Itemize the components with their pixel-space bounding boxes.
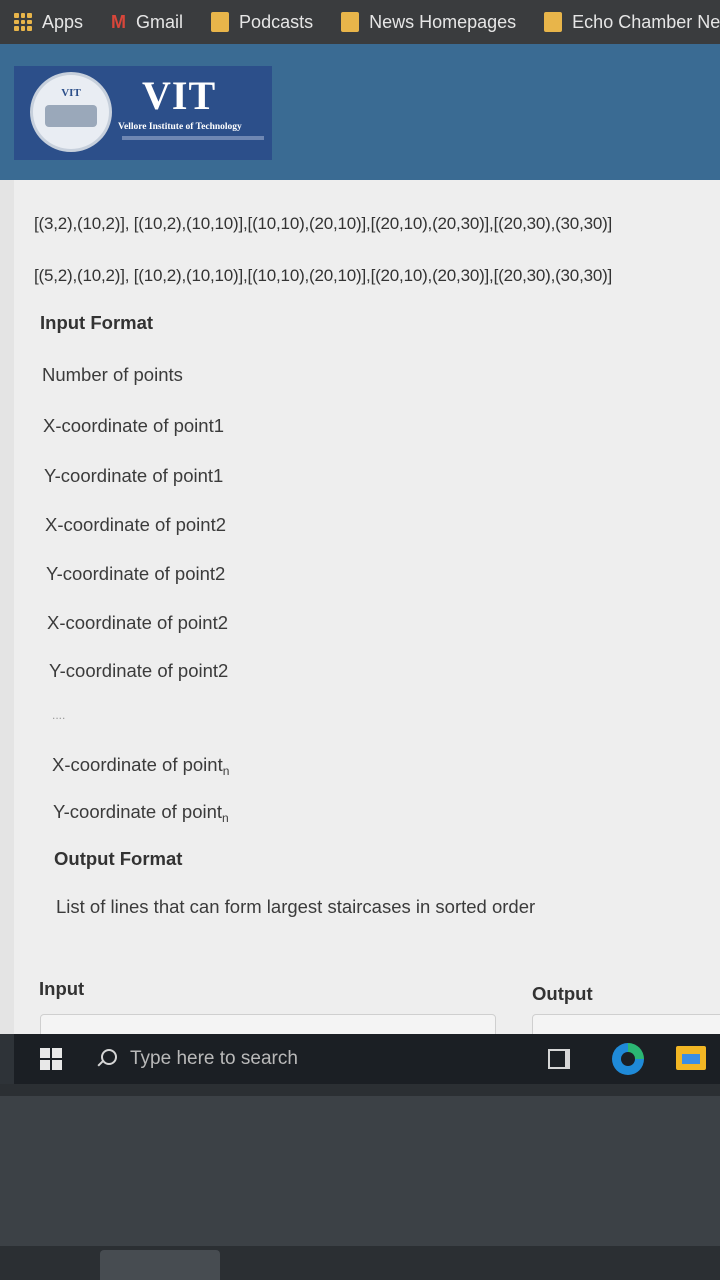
windows-start-icon[interactable] <box>40 1048 62 1070</box>
folder-icon <box>341 12 360 32</box>
output-sample-box[interactable] <box>532 1014 720 1034</box>
gmail-icon: M <box>111 11 127 32</box>
bookmarks-bar: Apps M Gmail Podcasts News Homepages Ech… <box>0 0 720 44</box>
point-n-y-label: Y-coordinate of point <box>53 801 223 822</box>
input-line: X-coordinate of point2 <box>47 612 229 633</box>
example-line-2: [(5,2),(10,2)], [(10,2),(10,10)],[(10,10… <box>34 266 613 285</box>
input-line: Number of points <box>42 364 183 385</box>
input-line-point-n-x: X-coordinate of pointn <box>52 754 229 778</box>
bookmark-label: News Homepages <box>369 11 517 32</box>
search-icon <box>96 1049 117 1069</box>
bookmark-podcasts[interactable]: Podcasts <box>211 12 313 33</box>
bookmark-label: Podcasts <box>239 11 314 32</box>
example-line-1: [(3,2),(10,2)], [(10,2),(10,10)],[(10,10… <box>34 214 613 233</box>
output-description: List of lines that can form largest stai… <box>56 896 536 917</box>
input-sample-box[interactable] <box>40 1014 496 1034</box>
search-placeholder: Type here to search <box>130 1048 298 1069</box>
ellipsis: .... <box>52 708 66 722</box>
subscript-n: n <box>222 811 229 825</box>
seal-text: VIT <box>61 87 81 99</box>
bookmark-label: Echo Chamber New <box>572 11 720 32</box>
input-line: X-coordinate of point2 <box>45 514 227 535</box>
bookmark-echo-chamber[interactable]: Echo Chamber New <box>544 12 720 33</box>
vit-logo[interactable]: VIT VIT Vellore Institute of Technology <box>14 66 272 160</box>
bookmark-news-homepages[interactable]: News Homepages <box>341 12 516 33</box>
taskbar-search[interactable]: Type here to search <box>96 1048 298 1070</box>
input-label: Input <box>39 978 85 999</box>
task-view-icon[interactable] <box>548 1049 570 1069</box>
logo-tagline <box>122 136 264 140</box>
problem-content: [(3,2),(10,2)], [(10,2),(10,10)],[(10,10… <box>0 180 720 1034</box>
input-line: Y-coordinate of point2 <box>49 660 229 681</box>
logo-subtitle: Vellore Institute of Technology <box>118 122 242 132</box>
bookmark-label: Apps <box>42 11 84 32</box>
output-label: Output <box>532 983 593 1004</box>
taskbar: Type here to search <box>14 1034 720 1084</box>
vit-seal-icon: VIT <box>30 72 112 152</box>
output-format-heading: Output Format <box>54 848 183 869</box>
input-line: Y-coordinate of point1 <box>44 465 224 486</box>
file-explorer-icon[interactable] <box>676 1046 706 1070</box>
input-line: Y-coordinate of point2 <box>46 563 226 584</box>
folder-icon <box>211 12 230 32</box>
laptop-hinge <box>100 1250 220 1280</box>
point-n-x-label: X-coordinate of point <box>52 754 223 775</box>
laptop-body <box>0 1096 720 1246</box>
input-format-heading: Input Format <box>40 312 154 333</box>
bookmark-label: Gmail <box>136 11 184 32</box>
bookmark-apps[interactable]: Apps <box>14 12 83 33</box>
folder-icon <box>544 12 563 32</box>
apps-grid-icon <box>14 13 32 31</box>
subscript-n: n <box>222 764 230 778</box>
logo-title: VIT <box>142 73 217 118</box>
input-line: X-coordinate of point1 <box>43 415 225 436</box>
input-line-point-n-y: Y-coordinate of pointn <box>53 801 229 825</box>
edge-browser-icon[interactable] <box>612 1043 644 1075</box>
bookmark-gmail[interactable]: M Gmail <box>111 12 183 33</box>
site-header: VIT VIT Vellore Institute of Technology <box>0 44 720 180</box>
